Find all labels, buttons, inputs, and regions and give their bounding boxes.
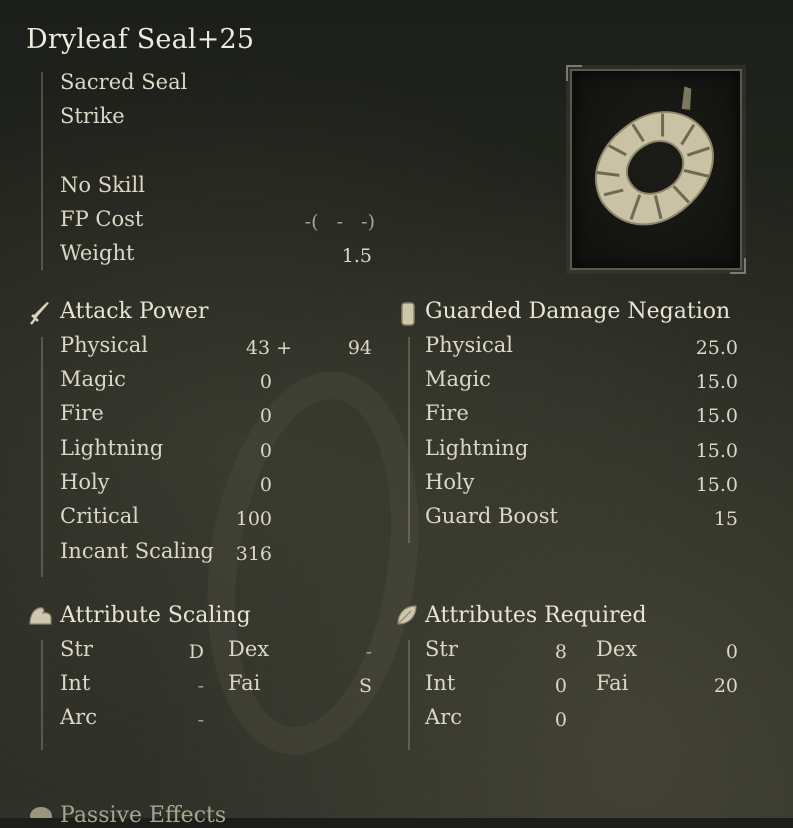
guard-magic-value: 15.0 [695, 371, 738, 393]
attack-physical-bonus: 94 [347, 337, 372, 359]
dryleaf-seal-image [595, 86, 714, 226]
scaling-int-label: Int [60, 671, 91, 695]
skill-name: No Skill [60, 173, 145, 197]
required-str-value: 8 [554, 641, 567, 663]
guard-fire-label: Fire [425, 401, 469, 425]
attack-lightning-label: Lightning [60, 436, 164, 460]
attack-magic-label: Magic [60, 367, 126, 391]
required-dex-label: Dex [596, 637, 638, 661]
required-arc-label: Arc [425, 705, 462, 729]
guard-boost-value: 15 [713, 508, 738, 530]
weight-value: 1.5 [341, 245, 372, 267]
attack-magic-value: 0 [259, 371, 272, 393]
attack-power-title: Attack Power [60, 299, 209, 324]
item-type: Sacred Seal [60, 70, 188, 94]
guard-magic-label: Magic [425, 367, 491, 391]
attribute-scaling-title: Attribute Scaling [60, 603, 251, 628]
scaling-fai-value: S [358, 675, 372, 697]
attack-critical-label: Critical [60, 504, 139, 528]
divider-line [41, 640, 43, 750]
guard-holy-value: 15.0 [695, 474, 738, 496]
shield-icon [401, 302, 415, 326]
attack-lightning-value: 0 [259, 440, 272, 462]
guarded-title: Guarded Damage Negation [425, 299, 731, 324]
scaling-int-value: - [197, 675, 204, 697]
required-int-value: 0 [554, 675, 567, 697]
attributes-required-title: Attributes Required [425, 603, 647, 628]
scaling-str-value: D [188, 641, 204, 663]
required-fai-label: Fai [596, 671, 629, 695]
item-image-frame [566, 65, 746, 274]
passive-icon [30, 807, 52, 818]
divider-line [41, 337, 43, 577]
divider-line [408, 640, 410, 750]
required-dex-value: 0 [725, 641, 738, 663]
incant-scaling-value: 316 [235, 543, 272, 565]
scaling-str-label: Str [60, 637, 93, 661]
guard-lightning-value: 15.0 [695, 440, 738, 462]
required-str-label: Str [425, 637, 458, 661]
attack-fire-label: Fire [60, 401, 104, 425]
required-arc-value: 0 [554, 709, 567, 731]
attack-type: Strike [60, 104, 125, 128]
guard-physical-label: Physical [425, 333, 514, 357]
leaf-icon [397, 605, 417, 625]
scaling-dex-value: - [365, 641, 372, 663]
scaling-dex-label: Dex [228, 637, 270, 661]
attack-holy-value: 0 [259, 474, 272, 496]
attack-fire-value: 0 [259, 405, 272, 427]
guard-holy-label: Holy [425, 470, 475, 494]
divider-line [408, 337, 410, 543]
arm-icon [29, 607, 52, 625]
guard-physical-value: 25.0 [695, 337, 738, 359]
guard-fire-value: 15.0 [695, 405, 738, 427]
required-int-label: Int [425, 671, 456, 695]
divider-line [41, 72, 43, 270]
scaling-fai-label: Fai [228, 671, 261, 695]
passive-effects-title: Passive Effects [60, 803, 227, 828]
scaling-arc-label: Arc [60, 705, 97, 729]
scaling-arc-value: - [197, 709, 204, 731]
fp-cost-value: -( - -) [304, 211, 375, 233]
attack-physical-base: 43 + [245, 337, 292, 359]
incant-scaling-label: Incant Scaling [60, 539, 214, 563]
attack-physical-label: Physical [60, 333, 149, 357]
guard-boost-label: Guard Boost [425, 504, 558, 528]
sword-icon [30, 302, 49, 325]
required-fai-value: 20 [713, 675, 738, 697]
item-name: Dryleaf Seal+25 [26, 24, 255, 55]
guard-lightning-label: Lightning [425, 436, 529, 460]
attack-critical-value: 100 [235, 508, 272, 530]
fp-cost-label: FP Cost [60, 207, 144, 231]
weight-label: Weight [60, 241, 135, 265]
attack-holy-label: Holy [60, 470, 110, 494]
